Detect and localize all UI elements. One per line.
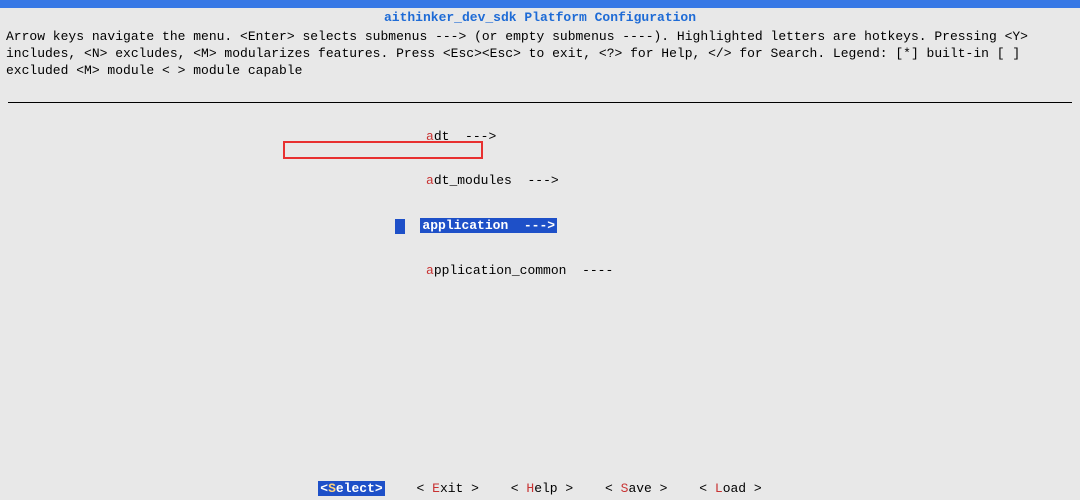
menu-label: dt_modules bbox=[434, 173, 512, 188]
menu-hotkey: a bbox=[426, 129, 434, 144]
save-button[interactable]: < Save > bbox=[605, 481, 667, 496]
help-button[interactable]: < Help > bbox=[511, 481, 573, 496]
exit-button[interactable]: < Exit > bbox=[417, 481, 479, 496]
menu-suffix: ---> bbox=[449, 129, 496, 144]
menu-item-adt-modules[interactable]: adt_modules ---> bbox=[348, 159, 1072, 204]
load-button[interactable]: < Load > bbox=[699, 481, 761, 496]
help-instructions: Arrow keys navigate the menu. <Enter> se… bbox=[0, 27, 1080, 82]
menu-container: adt ---> adt_modules ---> application --… bbox=[8, 102, 1072, 447]
window-title-bar bbox=[0, 0, 1080, 8]
page-title: aithinker_dev_sdk Platform Configuration bbox=[0, 8, 1080, 27]
menu-hotkey: a bbox=[426, 173, 434, 188]
menu-suffix: ---> bbox=[512, 173, 559, 188]
menu-label: pplication_common bbox=[434, 263, 567, 278]
button-bar: <Select> < Exit > < Help > < Save > < Lo… bbox=[0, 479, 1080, 498]
menu-hotkey: a bbox=[426, 263, 434, 278]
menu-list: adt ---> adt_modules ---> application --… bbox=[348, 115, 1072, 294]
menu-label: dt bbox=[434, 129, 450, 144]
menu-item-application-common[interactable]: application_common ---- bbox=[348, 249, 1072, 294]
menu-item-adt[interactable]: adt ---> bbox=[348, 115, 1072, 160]
button-hotkey: S bbox=[328, 481, 336, 496]
menu-label: pplication bbox=[430, 218, 508, 233]
menu-suffix: ---- bbox=[566, 263, 613, 278]
select-button[interactable]: <Select> bbox=[318, 481, 384, 496]
selection-marker bbox=[395, 219, 405, 234]
menu-item-application[interactable]: application ---> bbox=[348, 204, 557, 249]
button-hotkey: L bbox=[715, 481, 723, 496]
menu-suffix: ---> bbox=[508, 218, 555, 233]
button-hotkey: E bbox=[432, 481, 440, 496]
